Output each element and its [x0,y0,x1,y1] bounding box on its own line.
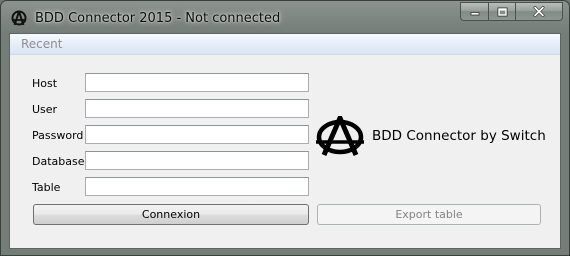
menu-bar: Recent [10,34,560,55]
database-input[interactable] [85,151,309,170]
brand-text: BDD Connector by Switch [372,128,546,144]
title-bar[interactable]: BDD Connector 2015 - Not connected [1,1,569,33]
anarchy-icon[interactable] [11,10,27,26]
caption-buttons [460,2,563,22]
host-input[interactable] [85,73,309,92]
user-label: User [32,103,58,116]
app-window: BDD Connector 2015 - Not connected Recen… [0,0,570,256]
client-area: Recent Host User Password Database Table… [9,33,561,249]
password-input[interactable] [85,125,309,144]
close-icon [533,6,545,17]
table-label: Table [32,181,61,194]
table-input[interactable] [85,177,309,196]
minimize-icon [470,11,479,15]
minimize-button[interactable] [460,2,488,21]
anarchy-logo-icon [316,111,364,156]
export-table-button[interactable]: Export table [317,204,541,225]
close-button[interactable] [515,2,563,21]
menu-recent[interactable]: Recent [21,37,62,51]
connect-button[interactable]: Connexion [33,204,309,225]
maximize-button[interactable] [488,2,515,21]
maximize-icon [497,7,507,16]
host-label: Host [32,77,58,90]
connect-button-label: Connexion [141,208,201,221]
window-title: BDD Connector 2015 - Not connected [35,11,281,26]
user-input[interactable] [85,99,309,118]
export-button-label: Export table [395,208,463,221]
password-label: Password [32,129,84,142]
database-label: Database [32,155,85,168]
